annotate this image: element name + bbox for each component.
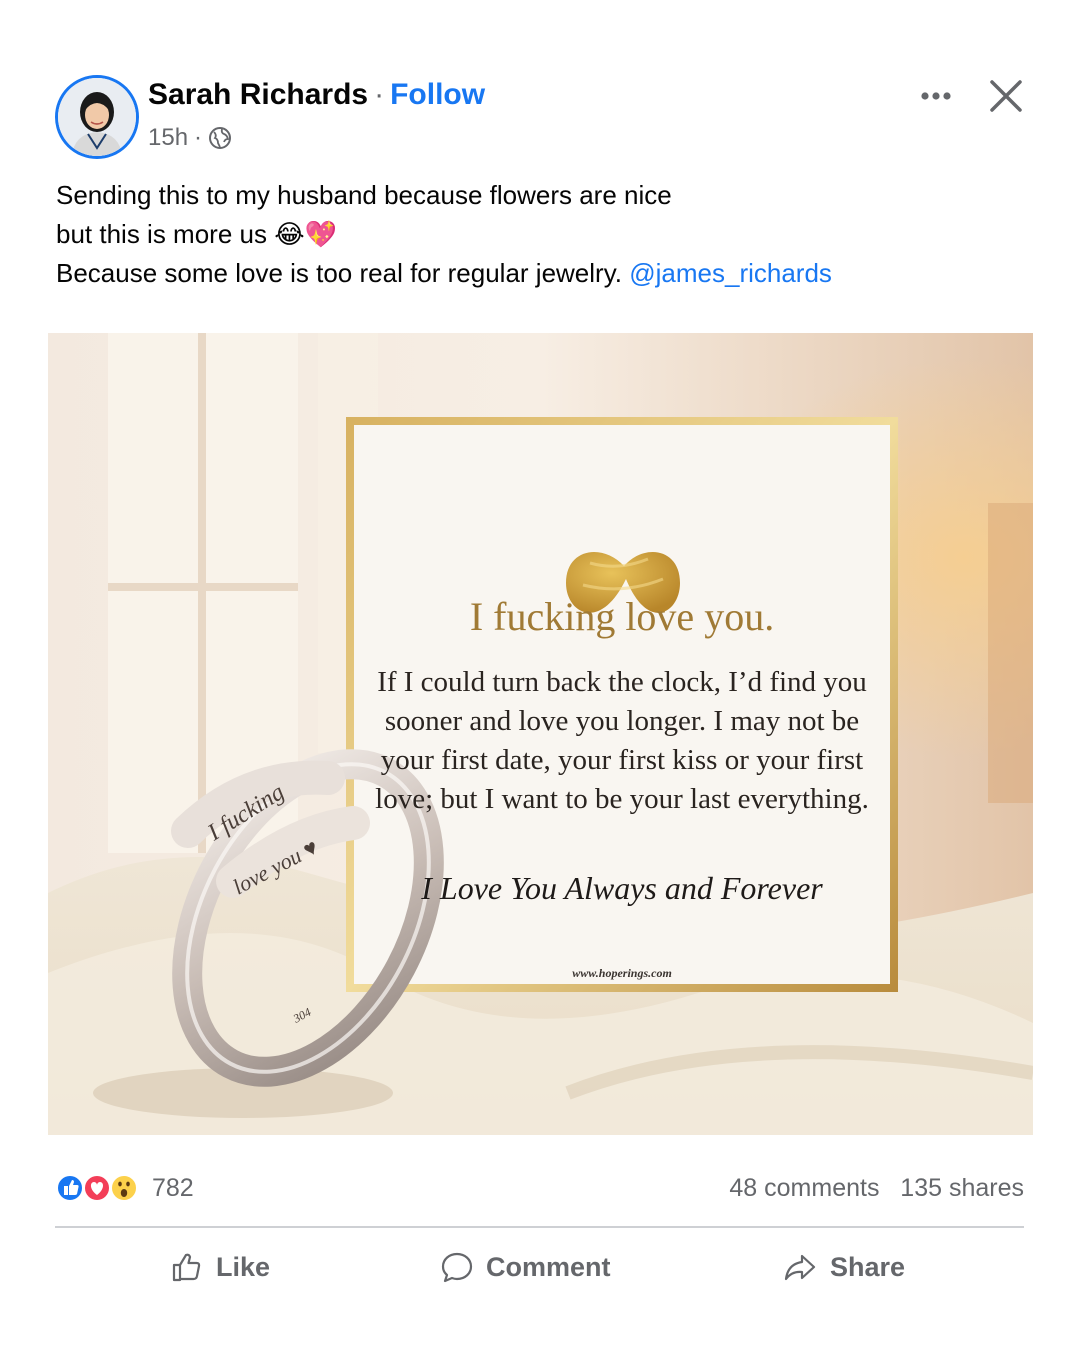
caption-line-2-text: but this is more us [56,219,267,249]
caption-line-2: but this is more us 😂💖 [56,215,832,254]
meta-separator: · [194,124,203,151]
shares-count[interactable]: 135 shares [900,1174,1024,1202]
comment-label: Comment [486,1251,611,1282]
mention-link[interactable]: @james_richards [629,258,832,288]
author-name[interactable]: Sarah Richards [148,78,368,111]
close-icon[interactable] [986,76,1026,116]
author-avatar[interactable] [55,75,139,159]
caption-line-1: Sending this to my husband because flowe… [56,180,672,210]
emoji-laugh-heart: 😂💖 [274,219,337,249]
share-button[interactable]: Share [782,1244,905,1290]
comment-bubble-icon [441,1252,473,1283]
globe-icon [209,127,232,149]
separator-dot: · [374,78,385,111]
card-title: I fucking love you. [469,594,775,639]
caption-line-3: Because some love is too real for regula… [56,254,832,293]
caption-line-3-text: Because some love is too real for regula… [56,258,622,288]
wow-icon [110,1174,138,1202]
like-label: Like [216,1251,271,1282]
like-button[interactable]: Like [170,1244,270,1290]
engagement-counts: 48 comments 135 shares [729,1174,1024,1203]
share-label: Share [830,1251,906,1282]
author-line: Sarah Richards · Follow [148,78,485,112]
comments-count[interactable]: 48 comments [729,1174,879,1202]
card-body: If I could turn back the clock, I’d find… [375,666,869,815]
thumbs-up-icon [172,1253,201,1282]
post-meta: 15h · [148,124,232,152]
reaction-summary[interactable]: 782 [56,1172,194,1204]
card-script: I Love You Always and Forever [421,870,823,906]
divider [55,1226,1024,1228]
card-url: www.hoperings.com [572,966,672,980]
love-icon [83,1174,111,1202]
post-caption: Sending this to my husband because flowe… [56,176,832,293]
post-time[interactable]: 15h [148,124,188,152]
reaction-count: 782 [152,1173,194,1202]
follow-button[interactable]: Follow [390,78,485,111]
like-icon [56,1174,84,1202]
share-arrow-icon [784,1254,816,1281]
more-options-icon[interactable] [918,78,954,114]
comment-button[interactable]: Comment [440,1244,611,1290]
